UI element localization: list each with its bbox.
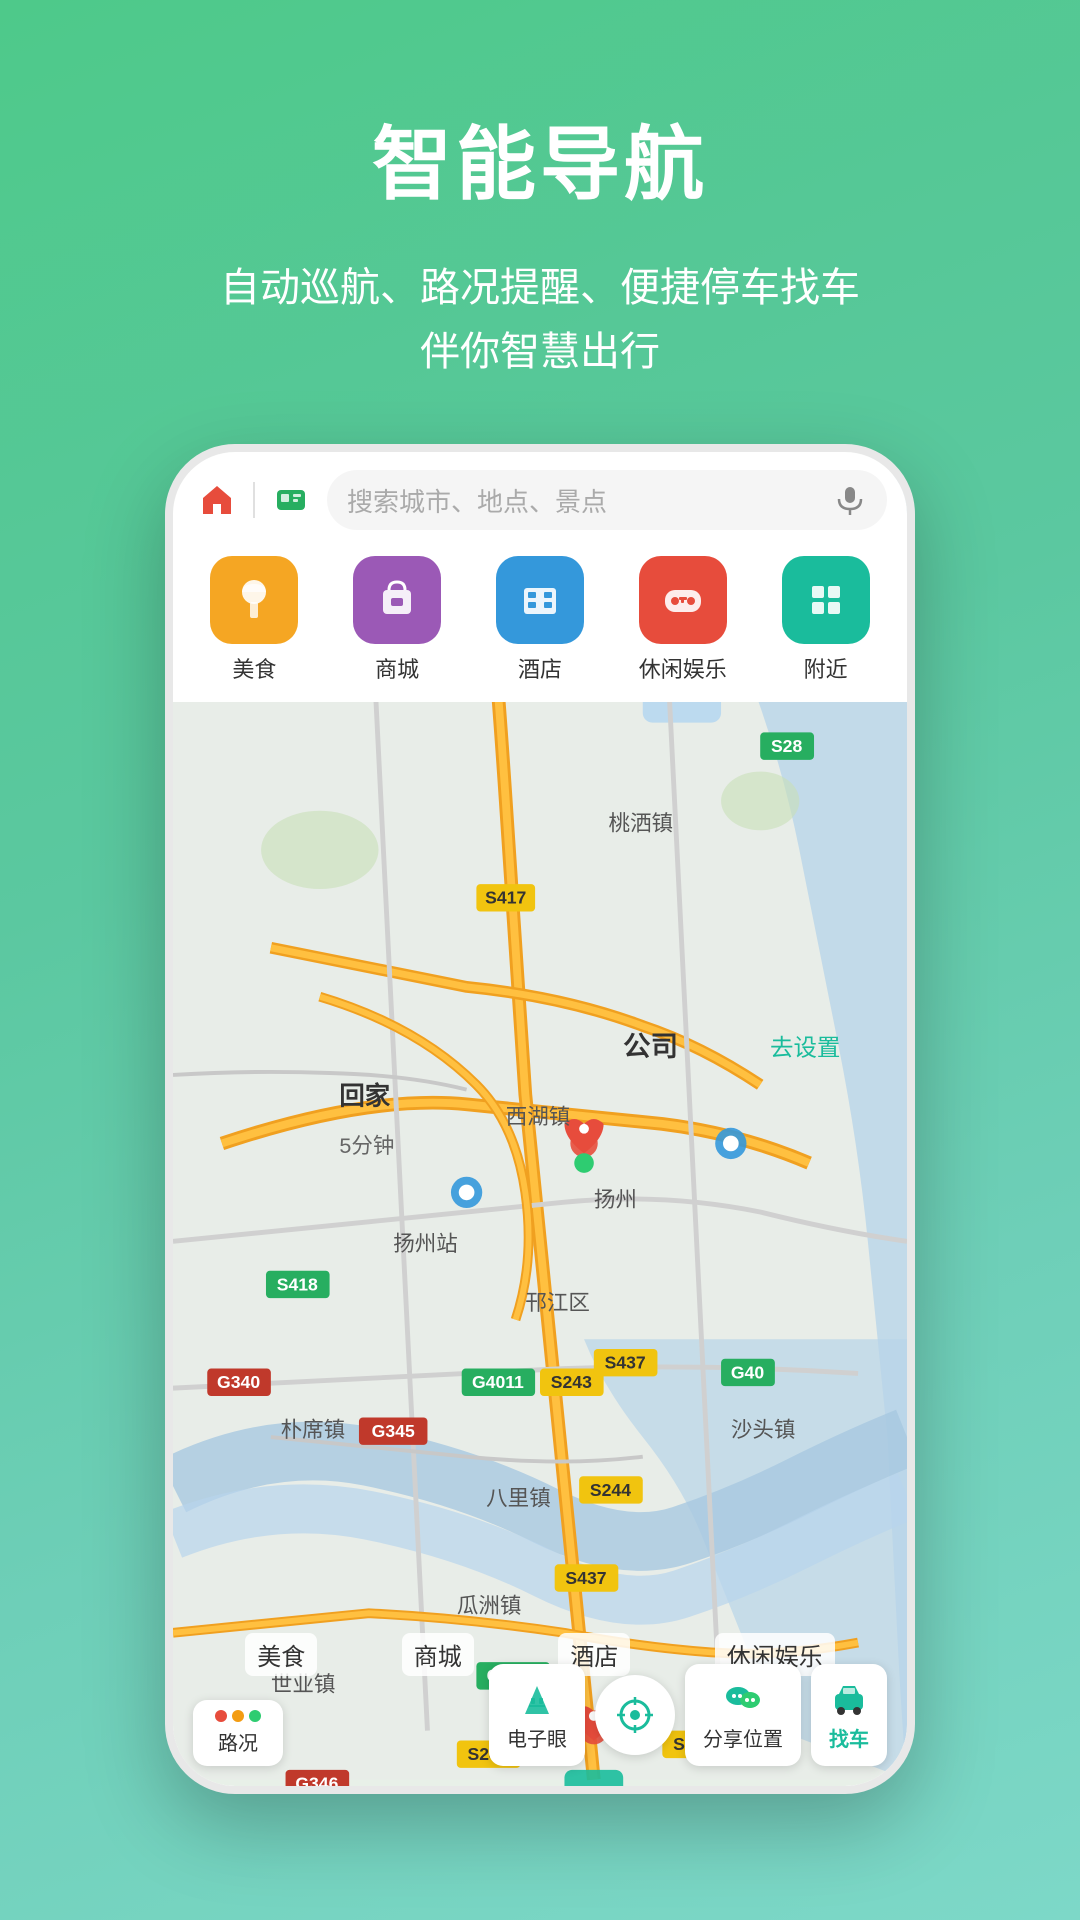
svg-text:公司: 公司 [623,1030,678,1061]
svg-text:瓜洲镇: 瓜洲镇 [457,1594,522,1618]
svg-text:西湖镇: 西湖镇 [506,1105,571,1129]
share-label: 分享位置 [703,1723,783,1752]
home-icon [199,482,235,518]
svg-text:桃洒镇: 桃洒镇 [609,811,674,835]
share-button[interactable]: 分享位置 [685,1664,801,1766]
svg-text:朴席镇: 朴席镇 [281,1418,346,1442]
phone-screen: S28 S417 S418 G4011 S243 [173,452,907,1786]
shop-label: 商城 [375,652,419,684]
search-row: 搜索城市、地点、景点 [193,470,887,530]
wechat-icon [723,1678,763,1718]
hotel-icon-bg [496,556,584,644]
svg-text:扬州: 扬州 [594,1188,637,1212]
location-button[interactable] [595,1675,675,1755]
svg-text:5分钟: 5分钟 [339,1134,394,1158]
car-icon [829,1678,869,1718]
electronic-eye-icon [517,1678,557,1718]
category-nearby[interactable]: 附近 [782,556,870,684]
food-icon [228,574,280,626]
svg-text:回家: 回家 [339,1081,390,1110]
traffic-dots [215,1710,261,1722]
subtitle: 自动巡航、路况提醒、便捷停车找车 伴你智慧出行 [220,256,860,384]
nav-icon [273,482,309,518]
home-button[interactable] [193,476,241,524]
bottom-toolbar: 路况 电子眼 [173,1654,907,1786]
svg-text:去设置: 去设置 [770,1034,840,1060]
svg-text:G340: G340 [217,1372,260,1392]
svg-text:S28: S28 [771,736,803,756]
mic-icon [833,483,867,517]
location-icon [615,1695,655,1735]
electronic-eye-label: 电子眼 [507,1723,567,1752]
svg-text:G4011: G4011 [472,1372,524,1392]
traffic-button[interactable]: 路况 [193,1700,283,1766]
fun-label: 休闲娱乐 [639,652,727,684]
findcar-button[interactable]: 找车 [811,1664,887,1766]
category-food[interactable]: 美食 [210,556,298,684]
search-input[interactable]: 搜索城市、地点、景点 [327,470,887,530]
svg-text:八里镇: 八里镇 [486,1487,551,1511]
dot-orange [232,1710,244,1722]
dot-green [249,1710,261,1722]
dot-red [215,1710,227,1722]
svg-text:S243: S243 [551,1372,592,1392]
shop-icon-bg [353,556,441,644]
category-fun[interactable]: 休闲娱乐 [639,556,727,684]
svg-text:S244: S244 [590,1480,631,1500]
subtitle-line2: 伴你智慧出行 [420,330,660,374]
svg-text:S418: S418 [277,1274,318,1294]
fun-icon-bg [639,556,727,644]
search-placeholder: 搜索城市、地点、景点 [347,482,823,519]
phone-mockup: S28 S417 S418 G4011 S243 [165,444,915,1794]
subtitle-line1: 自动巡航、路况提醒、便捷停车找车 [220,266,860,310]
nearby-icon-bg [782,556,870,644]
svg-text:S437: S437 [565,1568,606,1588]
svg-text:S437: S437 [605,1353,646,1373]
category-shop[interactable]: 商城 [353,556,441,684]
nearby-label: 附近 [804,652,848,684]
food-label: 美食 [232,652,276,684]
nearby-icon [800,574,852,626]
food-icon-bg [210,556,298,644]
svg-text:扬州站: 扬州站 [393,1232,458,1256]
svg-text:邗江区: 邗江区 [525,1291,590,1315]
fun-icon [657,574,709,626]
findcar-label: 找车 [829,1723,869,1752]
svg-text:S417: S417 [485,888,526,908]
svg-text:G40: G40 [731,1362,764,1382]
main-title: 智能导航 [372,100,708,216]
navigation-button[interactable] [267,476,315,524]
traffic-label: 路况 [218,1727,258,1756]
hotel-icon [514,574,566,626]
category-hotel[interactable]: 酒店 [496,556,584,684]
search-bar-area: 搜索城市、地点、景点 [173,452,907,542]
header-section: 智能导航 自动巡航、路况提醒、便捷停车找车 伴你智慧出行 [0,0,1080,444]
electronic-eye-button[interactable]: 电子眼 [489,1664,585,1766]
divider [253,482,255,518]
hotel-label: 酒店 [518,652,562,684]
svg-text:沙头镇: 沙头镇 [731,1418,796,1442]
svg-text:G345: G345 [372,1421,415,1441]
shop-icon [371,574,423,626]
category-row: 美食 商城 [173,542,907,702]
